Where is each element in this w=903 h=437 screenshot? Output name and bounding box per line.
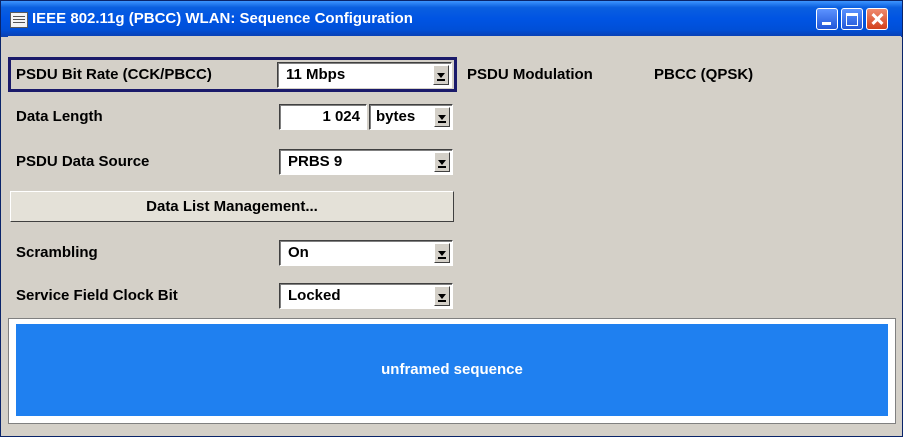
dropdown-arrow-icon[interactable] (434, 107, 450, 127)
data-length-value: 1 024 (322, 108, 360, 125)
dropdown-arrow-icon[interactable] (434, 152, 450, 172)
dropdown-arrow-icon[interactable] (433, 65, 449, 85)
sequence-block[interactable]: unframed sequence (16, 324, 888, 416)
minimize-icon[interactable] (816, 8, 838, 30)
service-field-clock-bit-label: Service Field Clock Bit (16, 287, 178, 304)
data-length-label: Data Length (16, 108, 103, 125)
window-title: IEEE 802.11g (PBCC) WLAN: Sequence Confi… (32, 10, 413, 27)
data-length-unit-select[interactable]: bytes (369, 104, 453, 130)
psdu-modulation-label: PSDU Modulation (467, 66, 593, 83)
psdu-bit-rate-value: 11 Mbps (286, 66, 346, 83)
scrambling-select[interactable]: On (279, 240, 453, 266)
psdu-bit-rate-select[interactable]: 11 Mbps (277, 62, 452, 88)
psdu-modulation-value: PBCC (QPSK) (654, 66, 754, 83)
service-field-clock-bit-select[interactable]: Locked (279, 283, 453, 309)
psdu-data-source-select[interactable]: PRBS 9 (279, 149, 453, 175)
window-app-icon (10, 12, 28, 28)
dropdown-arrow-icon[interactable] (434, 286, 450, 306)
scrambling-value: On (288, 244, 309, 261)
psdu-data-source-label: PSDU Data Source (16, 153, 150, 170)
close-icon[interactable] (866, 8, 888, 30)
psdu-data-source-value: PRBS 9 (288, 153, 343, 170)
dropdown-arrow-icon[interactable] (434, 243, 450, 263)
data-length-input[interactable]: 1 024 (279, 104, 367, 130)
data-length-unit: bytes (376, 108, 416, 125)
scrambling-label: Scrambling (16, 244, 98, 261)
title-bar[interactable]: IEEE 802.11g (PBCC) WLAN: Sequence Confi… (1, 1, 902, 37)
maximize-icon[interactable] (841, 8, 863, 30)
service-field-clock-bit-value: Locked (288, 287, 341, 304)
data-list-management-button[interactable]: Data List Management... (10, 191, 454, 222)
psdu-bit-rate-label: PSDU Bit Rate (CCK/PBCC) (16, 66, 212, 83)
